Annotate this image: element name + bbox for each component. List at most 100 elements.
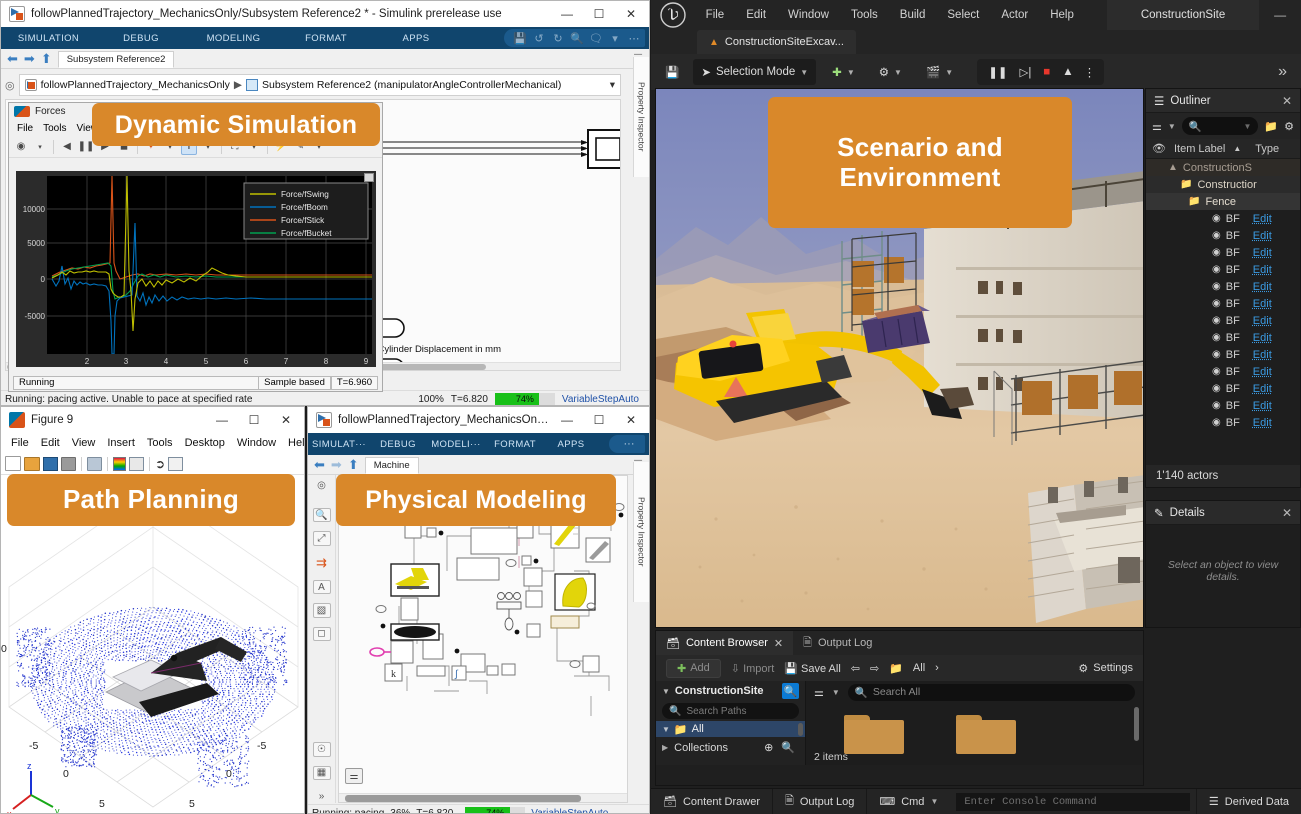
- close-icon[interactable]: ✕: [1282, 506, 1292, 520]
- colorbar-icon[interactable]: [113, 457, 126, 471]
- open-icon[interactable]: [24, 457, 40, 471]
- ribbon-tab-simulation[interactable]: SIMULAT···: [308, 439, 370, 450]
- close-icon[interactable]: ✕: [774, 637, 783, 650]
- ribbon-tab-simulation[interactable]: SIMULATION: [1, 33, 96, 44]
- machine-tab[interactable]: Machine: [365, 457, 419, 474]
- scope-menu-file[interactable]: File: [17, 123, 33, 134]
- outliner-row[interactable]: ◉ BF Edit: [1146, 210, 1300, 227]
- path-all-row[interactable]: ▼ 📁 All: [656, 721, 805, 737]
- property-inspector-strip[interactable]: Property Inspector: [633, 462, 649, 602]
- ribbon-overflow[interactable]: ···: [609, 435, 645, 453]
- ribbon-tab-debug[interactable]: DEBUG: [370, 439, 426, 450]
- cinematics-button[interactable]: 🎬 ▼: [918, 59, 961, 85]
- outliner-row[interactable]: ◉ BF Edit: [1146, 278, 1300, 295]
- outliner-row-type[interactable]: Edit: [1253, 264, 1272, 276]
- visibility-icon[interactable]: 👁: [1152, 142, 1166, 155]
- asset-folder[interactable]: [956, 709, 1016, 755]
- ribbon-tab-apps[interactable]: APPS: [371, 33, 461, 44]
- outliner-row-type[interactable]: Edit: [1253, 315, 1272, 327]
- legend-icon[interactable]: [129, 457, 144, 471]
- outliner-row-type[interactable]: Edit: [1253, 349, 1272, 361]
- close-button[interactable]: ✕: [615, 1, 647, 27]
- add-button[interactable]: ✚ Add: [666, 659, 721, 678]
- menu-insert[interactable]: Insert: [101, 437, 141, 449]
- outliner-row[interactable]: ◉ BF Edit: [1146, 227, 1300, 244]
- gear-icon[interactable]: ⚙: [1284, 120, 1294, 133]
- zoom-icon[interactable]: 🔍: [313, 508, 331, 522]
- ribbon-tab-modeling[interactable]: MODELI···: [426, 439, 486, 450]
- outliner-row[interactable]: ◉ BF Edit: [1146, 397, 1300, 414]
- back-icon[interactable]: ⇦: [851, 662, 860, 675]
- outliner-row-type[interactable]: Edit: [1253, 366, 1272, 378]
- column-item-label[interactable]: Item Label: [1174, 143, 1225, 155]
- outliner-row[interactable]: 📁 Fence: [1146, 193, 1300, 210]
- settings-button[interactable]: ⚙ Settings: [1078, 662, 1133, 675]
- area-icon[interactable]: ◻: [313, 627, 331, 641]
- outliner-row[interactable]: ◉ BF Edit: [1146, 380, 1300, 397]
- close-button[interactable]: ✕: [270, 407, 302, 433]
- undo-icon[interactable]: ↺: [533, 32, 545, 44]
- search-icon[interactable]: 🔍: [571, 32, 583, 44]
- outliner-row-type[interactable]: Edit: [1253, 383, 1272, 395]
- search-paths-input[interactable]: 🔍 Search Paths: [662, 703, 799, 719]
- forward-icon[interactable]: ➡: [331, 457, 342, 473]
- minimize-button[interactable]: —: [551, 1, 583, 27]
- maximize-button[interactable]: ☐: [583, 407, 615, 433]
- menu-window[interactable]: Window: [231, 437, 282, 449]
- close-button[interactable]: ✕: [615, 407, 647, 433]
- collections-row[interactable]: ▶ Collections ⊕ 🔍: [656, 739, 805, 756]
- outliner-row[interactable]: 📁 Constructior: [1146, 176, 1300, 193]
- redo-icon[interactable]: ↻: [552, 32, 564, 44]
- add-collection-icon[interactable]: ⊕: [764, 741, 773, 754]
- output-log-button[interactable]: 🗎 Output Log: [773, 789, 867, 814]
- new-folder-icon[interactable]: 📁: [1264, 120, 1278, 133]
- forward-icon[interactable]: ➡: [24, 51, 35, 67]
- annotation-icon[interactable]: A: [313, 580, 331, 594]
- search-all-input[interactable]: 🔍 Search All: [848, 684, 1135, 701]
- path-label[interactable]: All: [913, 662, 925, 674]
- more-icon[interactable]: ⋯: [628, 32, 640, 44]
- outliner-row[interactable]: ◉ BF Edit: [1146, 312, 1300, 329]
- inspector-icon[interactable]: [168, 457, 183, 471]
- chevron-down-icon[interactable]: ▼: [1244, 122, 1252, 131]
- level-tab[interactable]: ▲ ConstructionSiteExcav...: [697, 30, 856, 54]
- asset-view[interactable]: ⚌ ▼ 🔍 Search All 2 items: [806, 681, 1143, 765]
- cmd-button[interactable]: ⌨ Cmd ▼: [867, 789, 950, 814]
- scrollbar[interactable]: [798, 723, 803, 736]
- forward-icon[interactable]: ⇨: [870, 662, 879, 675]
- chevron-down-icon[interactable]: ▾: [610, 79, 615, 91]
- save-icon[interactable]: [43, 457, 58, 471]
- ribbon-tab-debug[interactable]: DEBUG: [96, 33, 186, 44]
- ribbon-tab-modeling[interactable]: MODELING: [186, 33, 281, 44]
- camera-icon[interactable]: ☉: [313, 742, 331, 756]
- menu-file[interactable]: File: [5, 437, 35, 449]
- menu-window[interactable]: Window: [777, 0, 840, 30]
- breadcrumb-model[interactable]: followPlannedTrajectory_MechanicsOnly: [41, 79, 230, 91]
- ribbon-tab-apps[interactable]: APPS: [544, 439, 598, 450]
- more-icon[interactable]: »: [313, 789, 331, 803]
- derived-data-button[interactable]: ☰ Derived Data: [1196, 789, 1301, 814]
- signal-icon[interactable]: ⇉: [313, 555, 331, 571]
- outliner-row[interactable]: ◉ BF Edit: [1146, 244, 1300, 261]
- maximize-button[interactable]: ☐: [238, 407, 270, 433]
- close-icon[interactable]: ✕: [1282, 94, 1292, 108]
- outliner-row[interactable]: ▲ ConstructionS: [1146, 159, 1300, 176]
- chevron-down-icon[interactable]: ▾: [32, 139, 48, 155]
- toolbar-overflow-icon[interactable]: »: [1278, 63, 1293, 81]
- property-inspector-strip[interactable]: Property Inspector: [633, 57, 649, 177]
- asset-scrollbar[interactable]: [1134, 707, 1139, 741]
- menu-tools[interactable]: Tools: [141, 437, 179, 449]
- outliner-row-type[interactable]: Edit: [1253, 332, 1272, 344]
- minimize-button[interactable]: —: [1259, 8, 1301, 22]
- minimize-button[interactable]: —: [206, 407, 238, 433]
- outliner-row[interactable]: ◉ BF Edit: [1146, 329, 1300, 346]
- link-plot-icon[interactable]: [87, 457, 102, 471]
- asset-folder[interactable]: [844, 709, 904, 755]
- outliner-row-type[interactable]: Edit: [1253, 281, 1272, 293]
- pointcloud-plot[interactable]: 0 -505 -505 Y X z x y: [1, 477, 305, 814]
- chevron-down-icon[interactable]: ▼: [1168, 122, 1176, 131]
- breadcrumb[interactable]: followPlannedTrajectory_MechanicsOnly ▶ …: [19, 74, 621, 96]
- menu-tools[interactable]: Tools: [840, 0, 889, 30]
- search-icon[interactable]: 🔍: [782, 683, 799, 699]
- image-icon[interactable]: ▧: [313, 603, 331, 617]
